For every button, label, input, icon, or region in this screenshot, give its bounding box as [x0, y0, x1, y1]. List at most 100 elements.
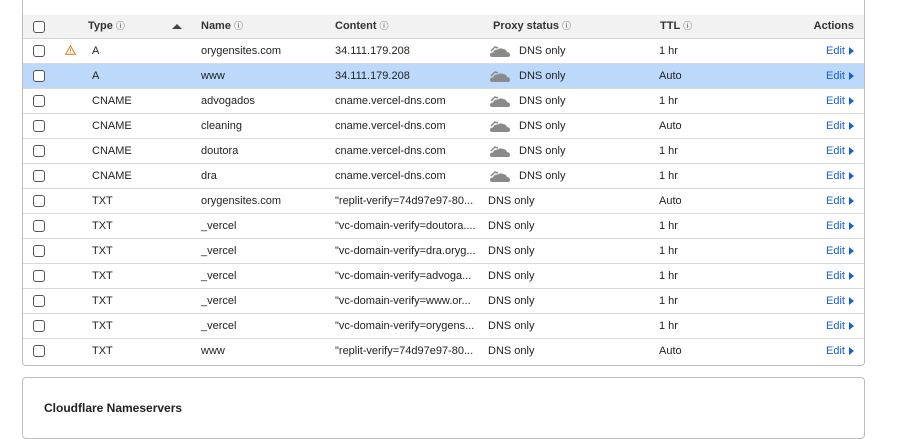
edit-button[interactable]: Edit — [826, 189, 854, 213]
type-header-label: Type — [88, 20, 113, 32]
record-content: "vc-domain-verify=doutora.... — [335, 220, 476, 232]
row-checkbox[interactable] — [33, 270, 45, 282]
column-ttl[interactable]: TTL ⓘ — [660, 15, 692, 38]
column-content[interactable]: Content ⓘ — [335, 15, 389, 38]
table-row[interactable]: TXT orygensites.com "replit-verify=74d97e9… — [23, 189, 864, 214]
row-checkbox[interactable] — [33, 120, 45, 132]
info-icon[interactable]: ⓘ — [234, 21, 243, 31]
record-type: TXT — [92, 295, 113, 307]
proxy-status: DNS only — [519, 95, 566, 107]
record-ttl: 1 hr — [659, 170, 678, 182]
column-actions: Actions — [813, 20, 854, 32]
caret-right-icon — [849, 272, 854, 280]
record-ttl: Auto — [659, 345, 682, 357]
edit-label: Edit — [826, 145, 845, 157]
caret-right-icon — [849, 122, 854, 130]
sort-ascending-icon[interactable] — [172, 24, 182, 29]
record-type: CNAME — [92, 95, 132, 107]
edit-button[interactable]: Edit — [826, 114, 854, 138]
row-checkbox[interactable] — [33, 95, 45, 107]
edit-button[interactable]: Edit — [826, 39, 854, 63]
record-ttl: 1 hr — [659, 45, 678, 57]
select-all-checkbox[interactable] — [33, 21, 45, 33]
table-row[interactable]: TXT _vercel "vc-domain-verify=dra.oryg... D… — [23, 239, 864, 264]
record-type: TXT — [92, 345, 113, 357]
edit-button[interactable]: Edit — [826, 339, 854, 363]
record-name: doutora — [201, 145, 239, 157]
record-type: CNAME — [92, 120, 132, 132]
proxy-status: DNS only — [519, 45, 566, 57]
table-row[interactable]: Awww 34.111.179.208 DNS only Auto Edit — [23, 64, 864, 89]
edit-label: Edit — [826, 170, 845, 182]
edit-button[interactable]: Edit — [826, 89, 854, 113]
name-header-label: Name — [201, 20, 231, 32]
dns-only-cloud-icon — [489, 169, 511, 183]
row-checkbox[interactable] — [33, 195, 45, 207]
table-row[interactable]: CNAME advogados cname.vercel-dns.com DNS on… — [23, 89, 864, 114]
record-name: orygensites.com — [201, 195, 282, 207]
record-ttl: 1 hr — [659, 145, 678, 157]
caret-right-icon — [849, 247, 854, 255]
table-row[interactable]: TXT _vercel "vc-domain-verify=advoga... DNS… — [23, 264, 864, 289]
record-name: _vercel — [201, 295, 237, 307]
row-checkbox[interactable] — [33, 170, 45, 182]
ttl-header-label: TTL — [660, 20, 681, 32]
table-row[interactable]: TXT www "replit-verify=74d97e97-80... DNS o… — [23, 339, 864, 363]
caret-right-icon — [849, 147, 854, 155]
record-content: cname.vercel-dns.com — [335, 95, 446, 107]
table-row[interactable]: TXT _vercel "vc-domain-verify=doutora.... D… — [23, 214, 864, 239]
table-row[interactable]: TXT _vercel "vc-domain-verify=orygens... DN… — [23, 314, 864, 339]
row-checkbox[interactable] — [33, 320, 45, 332]
table-row[interactable]: CNAME dra cname.vercel-dns.com DNS only 1 hr… — [23, 164, 864, 189]
row-checkbox[interactable] — [33, 295, 45, 307]
record-content: "vc-domain-verify=dra.oryg... — [335, 245, 476, 257]
proxy-header-label: Proxy status — [493, 20, 560, 32]
edit-button[interactable]: Edit — [826, 214, 854, 238]
record-content: 34.111.179.208 — [335, 45, 410, 57]
record-type: TXT — [92, 320, 113, 332]
info-icon[interactable]: ⓘ — [116, 21, 125, 31]
edit-button[interactable]: Edit — [826, 164, 854, 188]
row-checkbox[interactable] — [33, 45, 45, 57]
dns-only-cloud-icon — [489, 119, 511, 133]
record-ttl: 1 hr — [659, 245, 678, 257]
edit-label: Edit — [826, 295, 845, 307]
edit-button[interactable]: Edit — [826, 264, 854, 288]
row-checkbox[interactable] — [33, 245, 45, 257]
edit-label: Edit — [826, 320, 845, 332]
table-row[interactable]: CNAME doutora cname.vercel-dns.com DNS only… — [23, 139, 864, 164]
column-proxy-status[interactable]: Proxy status ⓘ — [493, 15, 571, 38]
content-header-label: Content — [335, 20, 377, 32]
info-icon[interactable]: ⓘ — [683, 21, 692, 31]
record-type: TXT — [92, 195, 113, 207]
nameservers-card: Cloudflare Nameservers — [22, 377, 865, 439]
table-row[interactable]: Aorygensites.com 34.111.179.208 DNS only 1 … — [23, 39, 864, 64]
record-name: www — [201, 345, 225, 357]
row-checkbox[interactable] — [33, 145, 45, 157]
info-icon[interactable]: ⓘ — [562, 21, 571, 31]
edit-label: Edit — [826, 70, 845, 82]
edit-label: Edit — [826, 195, 845, 207]
dns-only-cloud-icon — [489, 94, 511, 108]
record-content: cname.vercel-dns.com — [335, 120, 446, 132]
record-name: orygensites.com — [201, 45, 282, 57]
proxy-status: DNS only — [519, 170, 566, 182]
edit-label: Edit — [826, 345, 845, 357]
row-checkbox[interactable] — [33, 220, 45, 232]
edit-button[interactable]: Edit — [826, 139, 854, 163]
edit-button[interactable]: Edit — [826, 289, 854, 313]
row-checkbox[interactable] — [33, 70, 45, 82]
table-row[interactable]: TXT _vercel "vc-domain-verify=www.or... DNS… — [23, 289, 864, 314]
table-row[interactable]: CNAME cleaning cname.vercel-dns.com DNS onl… — [23, 114, 864, 139]
edit-button[interactable]: Edit — [826, 314, 854, 338]
record-name: _vercel — [201, 320, 237, 332]
record-content: "vc-domain-verify=www.or... — [335, 295, 471, 307]
edit-button[interactable]: Edit — [826, 64, 854, 88]
column-type[interactable]: Type ⓘ — [88, 15, 125, 38]
edit-label: Edit — [826, 245, 845, 257]
record-content: "replit-verify=74d97e97-80... — [335, 345, 474, 357]
row-checkbox[interactable] — [33, 345, 45, 357]
column-name[interactable]: Name ⓘ — [201, 15, 243, 38]
info-icon[interactable]: ⓘ — [380, 21, 389, 31]
edit-button[interactable]: Edit — [826, 239, 854, 263]
